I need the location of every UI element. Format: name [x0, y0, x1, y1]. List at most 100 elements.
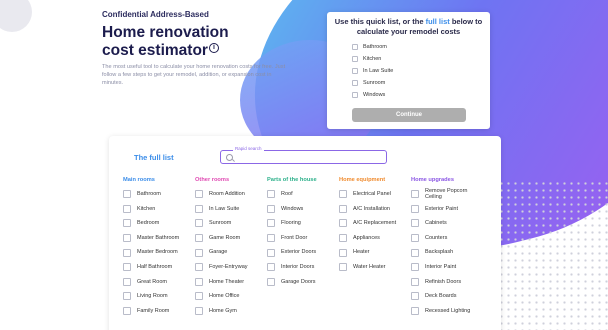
list-item[interactable]: Half Bathroom	[123, 260, 195, 275]
checkbox[interactable]	[267, 234, 275, 243]
list-item[interactable]: Exterior Doors	[267, 245, 339, 260]
list-item[interactable]: Remove Popcorn Ceiling	[411, 187, 483, 202]
checkbox[interactable]	[195, 277, 203, 286]
checkbox[interactable]	[339, 263, 347, 272]
list-item[interactable]: Foyer-Entryway	[195, 260, 267, 275]
list-item[interactable]: Kitchen	[123, 202, 195, 217]
checkbox[interactable]	[123, 204, 131, 213]
list-item[interactable]: Garage Doors	[267, 275, 339, 290]
list-item[interactable]: Master Bedroom	[123, 245, 195, 260]
checkbox[interactable]	[267, 263, 275, 272]
list-item[interactable]: Bathroom	[123, 187, 195, 202]
list-item[interactable]: Refinish Doors	[411, 275, 483, 290]
checkbox[interactable]	[267, 277, 275, 286]
checkbox[interactable]	[195, 263, 203, 272]
full-list-link[interactable]: full list	[426, 17, 450, 26]
checkbox[interactable]	[123, 248, 131, 257]
list-item[interactable]: Windows	[267, 202, 339, 217]
list-item[interactable]: Room Addition	[195, 187, 267, 202]
checkbox[interactable]	[267, 219, 275, 228]
continue-button[interactable]: Continue	[352, 108, 466, 122]
list-item[interactable]: In Law Suite	[195, 202, 267, 217]
checkbox[interactable]	[339, 190, 347, 199]
checkbox[interactable]	[411, 204, 419, 213]
list-item[interactable]: Master Bathroom	[123, 231, 195, 246]
search-input[interactable]: Rapid search	[220, 146, 387, 164]
checkbox[interactable]	[339, 219, 347, 228]
list-item[interactable]: Electrical Panel	[339, 187, 411, 202]
checkbox[interactable]	[352, 67, 358, 74]
list-item[interactable]: Front Door	[267, 231, 339, 246]
checkbox[interactable]	[123, 219, 131, 228]
list-item[interactable]: Interior Doors	[267, 260, 339, 275]
list-item-label: Game Room	[209, 234, 241, 241]
checkbox[interactable]	[123, 190, 131, 199]
list-item[interactable]: Great Room	[123, 275, 195, 290]
checkbox[interactable]	[339, 248, 347, 257]
checkbox[interactable]	[195, 307, 203, 316]
list-item[interactable]: Heater	[339, 245, 411, 260]
list-item[interactable]: A/C Installation	[339, 202, 411, 217]
column-0: Main rooms Bathroom Kitchen Bedroom Master B…	[123, 177, 195, 318]
list-item[interactable]: Interior Paint	[411, 260, 483, 275]
checkbox[interactable]	[411, 248, 419, 257]
quick-item[interactable]: Sunroom	[352, 78, 385, 87]
checkbox[interactable]	[411, 277, 419, 286]
checkbox[interactable]	[267, 190, 275, 199]
list-item[interactable]: Water Heater	[339, 260, 411, 275]
list-item[interactable]: Flooring	[267, 216, 339, 231]
checkbox[interactable]	[411, 307, 419, 316]
list-item-label: Interior Doors	[281, 264, 315, 271]
checkbox[interactable]	[195, 248, 203, 257]
checkbox[interactable]	[339, 204, 347, 213]
checkbox[interactable]	[267, 204, 275, 213]
list-item[interactable]: Garage	[195, 245, 267, 260]
list-item[interactable]: Home Office	[195, 289, 267, 304]
list-item[interactable]: Cabinets	[411, 216, 483, 231]
checkbox[interactable]	[352, 55, 358, 62]
checkbox[interactable]	[195, 204, 203, 213]
checkbox[interactable]	[123, 263, 131, 272]
quick-item[interactable]: In Law Suite	[352, 66, 393, 75]
list-item[interactable]: Living Room	[123, 289, 195, 304]
quick-item[interactable]: Kitchen	[352, 54, 381, 63]
list-item[interactable]: Appliances	[339, 231, 411, 246]
quick-item[interactable]: Windows	[352, 90, 385, 99]
checkbox[interactable]	[123, 307, 131, 316]
checkbox[interactable]	[123, 234, 131, 243]
list-item[interactable]: Game Room	[195, 231, 267, 246]
list-item-label: Interior Paint	[425, 264, 457, 271]
checkbox[interactable]	[411, 190, 419, 199]
list-item-label: Electrical Panel	[353, 191, 391, 198]
checkbox[interactable]	[123, 292, 131, 301]
list-item[interactable]: Roof	[267, 187, 339, 202]
list-item[interactable]: Deck Boards	[411, 289, 483, 304]
checkbox[interactable]	[195, 234, 203, 243]
checkbox[interactable]	[411, 263, 419, 272]
checkbox[interactable]	[195, 292, 203, 301]
checkbox[interactable]	[352, 43, 358, 50]
checkbox[interactable]	[352, 79, 358, 86]
list-item[interactable]: Sunroom	[195, 216, 267, 231]
checkbox[interactable]	[352, 91, 358, 98]
checkbox[interactable]	[411, 234, 419, 243]
list-item[interactable]: Home Gym	[195, 304, 267, 319]
list-item[interactable]: Family Room	[123, 304, 195, 319]
info-icon[interactable]: i	[208, 42, 219, 53]
list-item[interactable]: Bedroom	[123, 216, 195, 231]
list-item[interactable]: Backsplash	[411, 245, 483, 260]
checkbox[interactable]	[195, 219, 203, 228]
checkbox[interactable]	[267, 248, 275, 257]
list-item[interactable]: Recessed Lighting	[411, 304, 483, 319]
checkbox[interactable]	[123, 277, 131, 286]
quick-item[interactable]: Bathroom	[352, 42, 387, 51]
checkbox[interactable]	[195, 190, 203, 199]
list-item[interactable]: Exterior Paint	[411, 202, 483, 217]
list-item[interactable]: Home Theater	[195, 275, 267, 290]
list-item[interactable]: Counters	[411, 231, 483, 246]
list-item[interactable]: A/C Replacement	[339, 216, 411, 231]
checkbox[interactable]	[411, 219, 419, 228]
checkbox[interactable]	[339, 234, 347, 243]
checkbox[interactable]	[411, 292, 419, 301]
quick-item-label: Kitchen	[363, 55, 382, 62]
